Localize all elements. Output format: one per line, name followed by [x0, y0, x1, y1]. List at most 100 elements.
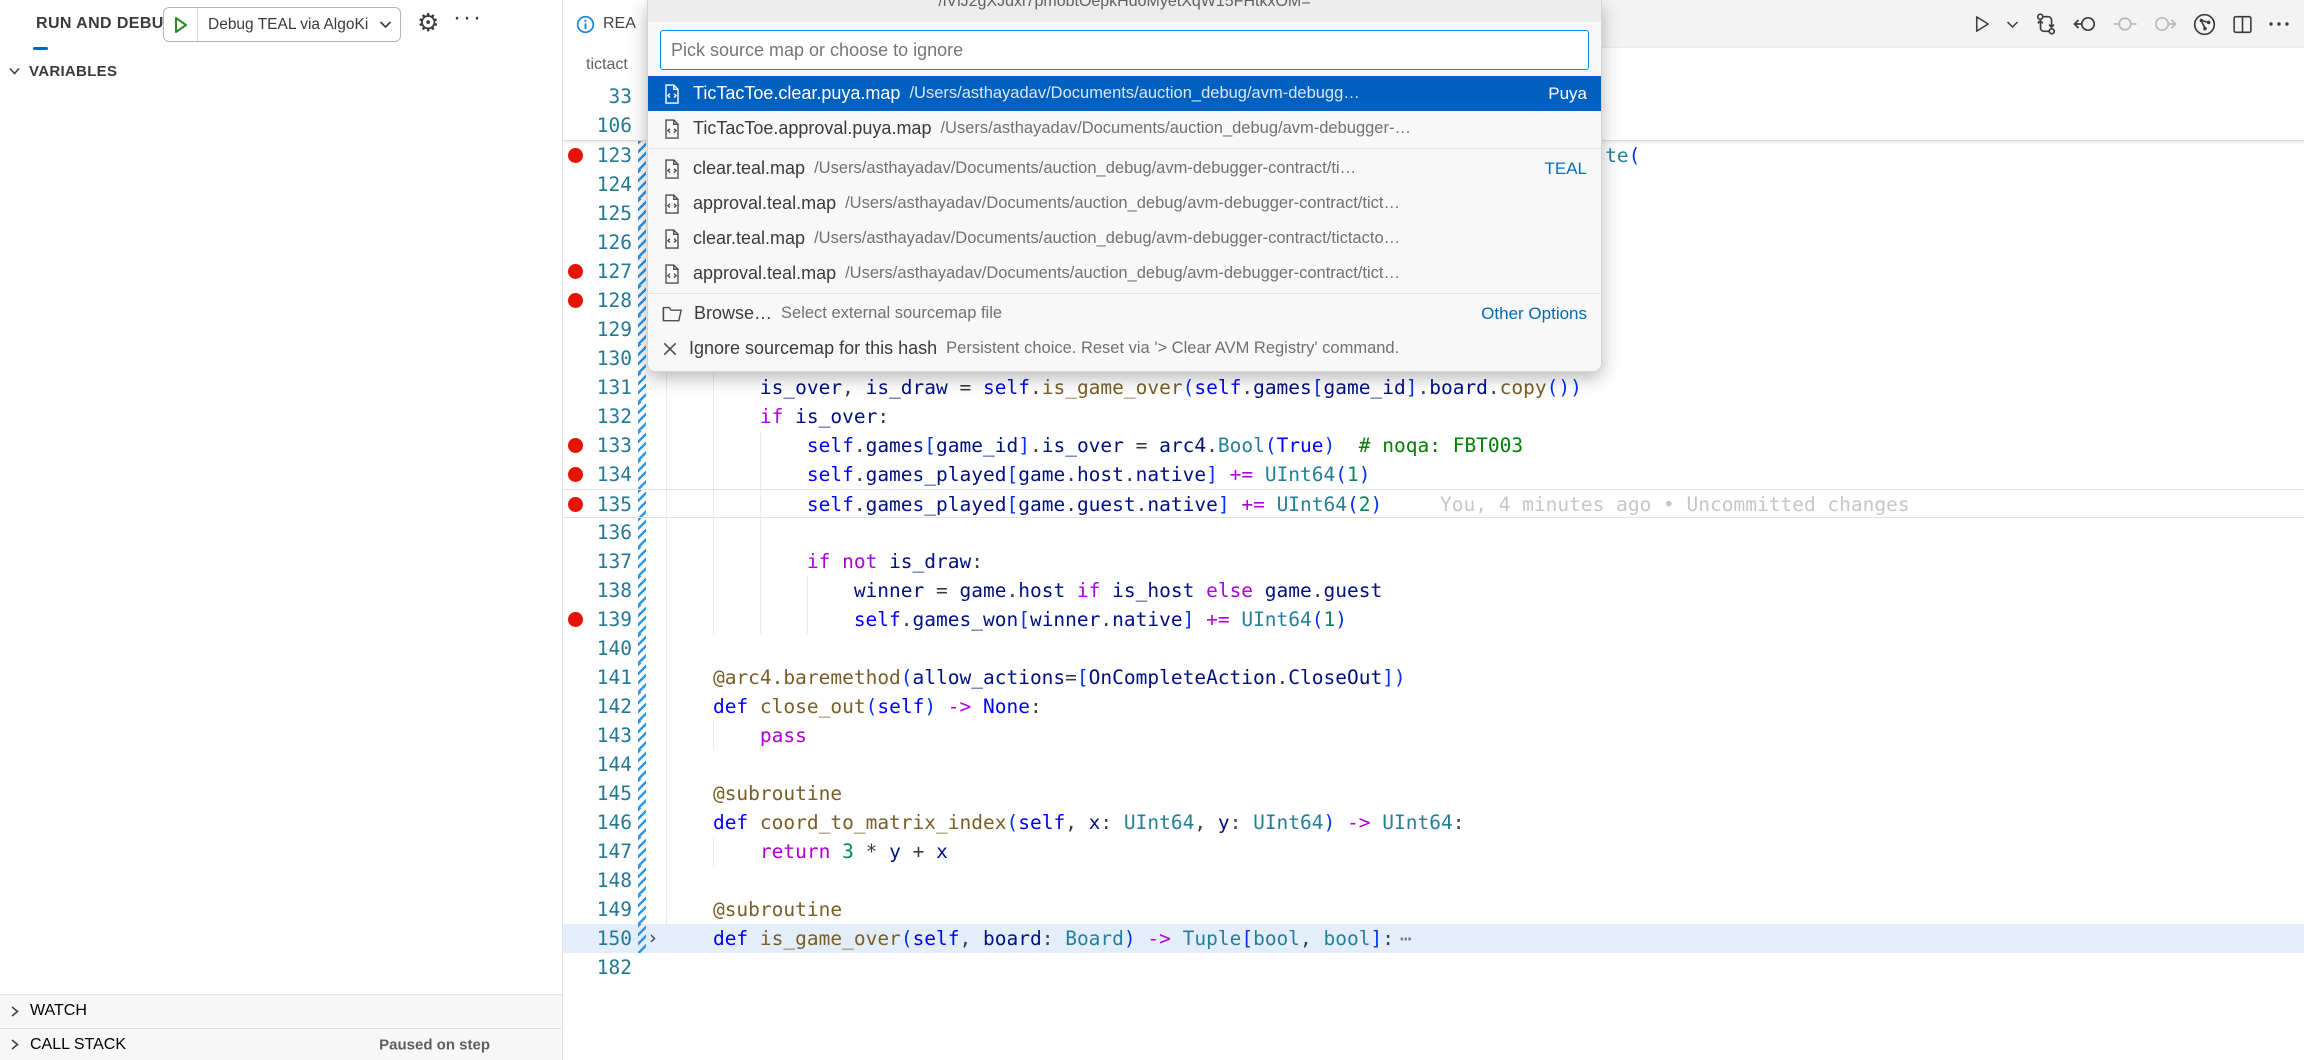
line-number[interactable]: 124 [597, 170, 632, 199]
code-line-134[interactable]: 134self.games_played[game.host.native] +… [563, 460, 2304, 489]
line-number[interactable]: 182 [597, 953, 632, 982]
line-number[interactable]: 136 [597, 518, 632, 547]
line-number[interactable]: 125 [597, 199, 632, 228]
line-number[interactable]: 132 [597, 402, 632, 431]
quickpick-item-3[interactable]: approval.teal.map/Users/asthayadav/Docum… [648, 186, 1601, 221]
gutter[interactable]: 136 [563, 518, 666, 547]
debug-config-dropdown[interactable]: Debug TEAL via AlgoKi [163, 7, 401, 42]
step-back-button[interactable] [2072, 13, 2098, 35]
folded-code-ellipsis[interactable]: ⋯ [1394, 927, 1412, 950]
fold-collapsed-icon[interactable]: › [647, 924, 658, 953]
quickpick-item-0[interactable]: TicTacToe.clear.puya.map/Users/asthayada… [648, 76, 1601, 111]
run-button[interactable] [1971, 13, 1992, 35]
line-number[interactable]: 142 [597, 692, 632, 721]
other-options-link[interactable]: Other Options [1469, 304, 1587, 324]
gutter[interactable]: 149 [563, 895, 666, 924]
code-line-142[interactable]: 142def close_out(self) -> None: [563, 692, 2304, 721]
line-number[interactable]: 149 [597, 895, 632, 924]
call-stack-section-header[interactable]: CALL STACK Paused on step [0, 1028, 562, 1060]
line-number[interactable]: 138 [597, 576, 632, 605]
gutter[interactable]: 138 [563, 576, 666, 605]
line-number[interactable]: 131 [597, 373, 632, 402]
line-number[interactable]: 130 [597, 344, 632, 373]
line-number[interactable]: 150 [597, 924, 632, 953]
gutter[interactable]: 135 [563, 490, 666, 517]
line-number[interactable]: 129 [597, 315, 632, 344]
line-number[interactable]: 145 [597, 779, 632, 808]
more-actions-button[interactable] [2268, 20, 2290, 28]
code-line-149[interactable]: 149@subroutine [563, 895, 2304, 924]
switch-sourcemap-button[interactable] [2033, 11, 2058, 37]
line-number[interactable]: 146 [597, 808, 632, 837]
gutter[interactable]: 144 [563, 750, 666, 779]
line-number[interactable]: 123 [597, 141, 632, 170]
gutter[interactable]: 145 [563, 779, 666, 808]
breakpoint-icon[interactable] [568, 148, 583, 163]
breadcrumb-filename[interactable]: tictact [586, 56, 628, 74]
start-debug-button[interactable] [164, 8, 198, 41]
split-editor-button[interactable] [2231, 13, 2254, 36]
code-line-147[interactable]: 147return 3 * y + x [563, 837, 2304, 866]
code-line-131[interactable]: 131is_over, is_draw = self.is_game_over(… [563, 373, 2304, 402]
breakpoint-icon[interactable] [568, 293, 583, 308]
line-number[interactable]: 135 [597, 490, 632, 519]
code-line-139[interactable]: 139self.games_won[winner.native] += UInt… [563, 605, 2304, 634]
gutter[interactable]: 141 [563, 663, 666, 692]
gutter[interactable]: 146 [563, 808, 666, 837]
line-number[interactable]: 126 [597, 228, 632, 257]
quickpick-item-2[interactable]: clear.teal.map/Users/asthayadav/Document… [648, 151, 1601, 186]
quickpick-item-1[interactable]: TicTacToe.approval.puya.map/Users/asthay… [648, 111, 1601, 146]
code-line-143[interactable]: 143pass [563, 721, 2304, 750]
quickpick-item-4[interactable]: clear.teal.map/Users/asthayadav/Document… [648, 221, 1601, 256]
run-options-chevron[interactable] [2006, 20, 2019, 29]
variables-section-header[interactable]: VARIABLES [0, 56, 562, 86]
quickpick-item-6[interactable]: Browse…Select external sourcemap fileOth… [648, 296, 1601, 331]
line-number[interactable]: 140 [597, 634, 632, 663]
line-number[interactable]: 144 [597, 750, 632, 779]
line-number[interactable]: 128 [597, 286, 632, 315]
code-line-145[interactable]: 145@subroutine [563, 779, 2304, 808]
gear-icon[interactable]: ⚙ [417, 8, 439, 37]
code-line-141[interactable]: 141@arc4.baremethod(allow_actions=[OnCom… [563, 663, 2304, 692]
code-line-132[interactable]: 132if is_over: [563, 402, 2304, 431]
code-line-136[interactable]: 136 [563, 518, 2304, 547]
line-number[interactable]: 106 [597, 111, 632, 140]
more-actions-icon[interactable]: ··· [453, 4, 483, 32]
gutter[interactable]: 132 [563, 402, 666, 431]
gutter[interactable]: 150 › [563, 924, 666, 953]
code-line-135[interactable]: 135self.games_played[game.guest.native] … [563, 489, 2304, 518]
breakpoint-icon[interactable] [568, 497, 583, 512]
code-line-150[interactable]: 150›def is_game_over(self, board: Board)… [563, 924, 2304, 953]
gutter[interactable]: 140 [563, 634, 666, 663]
line-number[interactable]: 141 [597, 663, 632, 692]
breakpoint-icon[interactable] [568, 264, 583, 279]
gutter[interactable]: 148 [563, 866, 666, 895]
line-number[interactable]: 147 [597, 837, 632, 866]
gutter[interactable]: 142 [563, 692, 666, 721]
gutter[interactable]: 147 [563, 837, 666, 866]
breakpoint-icon[interactable] [568, 467, 583, 482]
line-number[interactable]: 139 [597, 605, 632, 634]
gutter[interactable]: 133 [563, 431, 666, 460]
call-graph-button[interactable] [2192, 12, 2217, 37]
quickpick-item-5[interactable]: approval.teal.map/Users/asthayadav/Docum… [648, 256, 1601, 291]
line-number[interactable]: 33 [609, 82, 632, 111]
code-line-140[interactable]: 140 [563, 634, 2304, 663]
code-line-182[interactable]: 182 [563, 953, 2304, 982]
line-number[interactable]: 134 [597, 460, 632, 489]
breakpoint-icon[interactable] [568, 438, 583, 453]
code-line-133[interactable]: 133self.games[game_id].is_over = arc4.Bo… [563, 431, 2304, 460]
code-line-137[interactable]: 137if not is_draw: [563, 547, 2304, 576]
code-line-144[interactable]: 144 [563, 750, 2304, 779]
code-line-138[interactable]: 138winner = game.host if is_host else ga… [563, 576, 2304, 605]
gutter[interactable]: 139 [563, 605, 666, 634]
gutter[interactable]: 182 [563, 953, 666, 982]
gutter[interactable]: 143 [563, 721, 666, 750]
quickpick-item-7[interactable]: Ignore sourcemap for this hashPersistent… [648, 331, 1601, 366]
gutter[interactable]: 134 [563, 460, 666, 489]
gutter[interactable]: 131 [563, 373, 666, 402]
line-number[interactable]: 143 [597, 721, 632, 750]
breakpoint-icon[interactable] [568, 612, 583, 627]
code-line-146[interactable]: 146def coord_to_matrix_index(self, x: UI… [563, 808, 2304, 837]
line-number[interactable]: 148 [597, 866, 632, 895]
